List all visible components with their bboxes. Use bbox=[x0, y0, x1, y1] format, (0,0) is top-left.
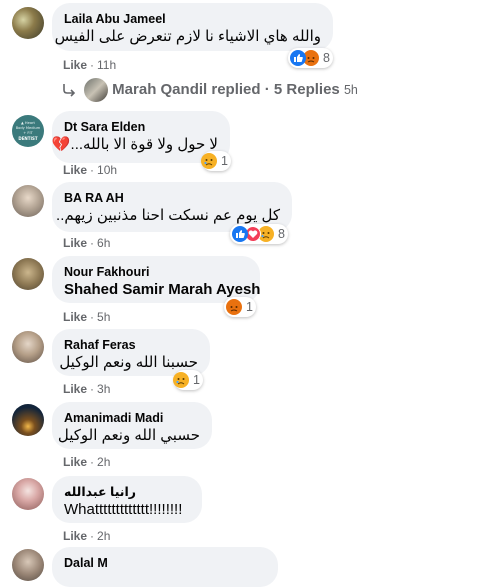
comment-text: لا حول ولا قوة الا بالله...💔 bbox=[51, 136, 218, 153]
comment-actions: Like · 2h bbox=[63, 455, 111, 469]
comment-text: كل يوم عم نسكت احنا مذنبين زيهم.. bbox=[56, 207, 280, 224]
reactions-summary[interactable]: 1 bbox=[201, 151, 231, 171]
comment-bubble: Laila Abu Jameel والله هاي الاشياء نا لا… bbox=[52, 3, 333, 51]
reactions-summary[interactable]: 1 bbox=[173, 370, 203, 390]
avatar[interactable]: ▲ Heart Body Medium + FIT DENTIST bbox=[12, 115, 44, 147]
comment-author[interactable]: Dt Sara Elden bbox=[64, 119, 218, 135]
replies-separator: · bbox=[264, 80, 270, 98]
like-button[interactable]: Like bbox=[63, 163, 87, 177]
comment-text: حسبي الله ونعم الوكيل bbox=[57, 427, 200, 444]
like-button[interactable]: Like bbox=[63, 529, 87, 543]
comment-author[interactable]: Dalal M bbox=[64, 555, 266, 571]
like-button[interactable]: Like bbox=[63, 236, 87, 250]
comment-author[interactable]: Rahaf Feras bbox=[64, 337, 198, 353]
avatar[interactable] bbox=[12, 7, 44, 39]
avatar-logo-text: ▲ Heart bbox=[21, 121, 35, 125]
comment-bubble: Dalal M bbox=[52, 547, 278, 587]
comment-time[interactable]: 2h bbox=[97, 455, 110, 469]
like-button[interactable]: Like bbox=[63, 310, 87, 324]
avatar[interactable] bbox=[12, 258, 44, 290]
svg-text:DENTIST: DENTIST bbox=[18, 136, 37, 141]
comment-time[interactable]: 6h bbox=[97, 236, 110, 250]
replies-count: 5 Replies bbox=[273, 80, 340, 98]
svg-text:+ FIT: + FIT bbox=[23, 131, 33, 135]
like-button[interactable]: Like bbox=[63, 455, 87, 469]
replies-author: Marah Qandil replied bbox=[112, 80, 261, 98]
reaction-count: 1 bbox=[193, 373, 200, 387]
comment-bubble: Amanimadi Madi حسبي الله ونعم الوكيل bbox=[52, 402, 212, 449]
comment-author[interactable]: Laila Abu Jameel bbox=[64, 11, 321, 27]
comment-actions: Like · 5h bbox=[63, 310, 111, 324]
reaction-count: 1 bbox=[246, 300, 253, 314]
reaction-count: 8 bbox=[323, 51, 330, 65]
reaction-count: 8 bbox=[278, 227, 285, 241]
reactions-summary[interactable]: 1 bbox=[224, 297, 256, 317]
view-replies-link[interactable]: Marah Qandil replied · 5 Replies 5h bbox=[62, 78, 358, 102]
comment-author[interactable]: Amanimadi Madi bbox=[64, 410, 200, 426]
reactions-summary[interactable]: 8 bbox=[230, 224, 288, 244]
avatar[interactable] bbox=[12, 478, 44, 510]
like-reaction-icon bbox=[290, 50, 306, 66]
comment-actions: Like · 2h bbox=[63, 529, 111, 543]
comment-time[interactable]: 5h bbox=[97, 310, 110, 324]
comment-time[interactable]: 2h bbox=[97, 529, 110, 543]
sad-reaction-icon bbox=[173, 372, 189, 388]
comment-actions: Like · 3h bbox=[63, 382, 111, 396]
comment-actions: Like · 11h bbox=[63, 58, 117, 72]
svg-text:Body Medium: Body Medium bbox=[16, 126, 41, 130]
comment-time[interactable]: 11h bbox=[97, 58, 116, 72]
like-button[interactable]: Like bbox=[63, 58, 87, 72]
avatar[interactable] bbox=[12, 549, 44, 581]
replies-time: 5h bbox=[343, 82, 358, 97]
avatar[interactable] bbox=[12, 185, 44, 217]
comment-actions: Like · 6h bbox=[63, 236, 111, 250]
comment-text: Whattttttttttttt!!!!!!!! bbox=[64, 501, 183, 518]
angry-reaction-icon bbox=[226, 299, 242, 315]
comment-time[interactable]: 10h bbox=[97, 163, 117, 177]
avatar[interactable] bbox=[12, 404, 44, 436]
comment-author[interactable]: رانيا عبدالله bbox=[64, 484, 190, 500]
comment-text: حسبنا الله ونعم الوكيل bbox=[59, 354, 198, 371]
comment-author[interactable]: Nour Fakhouri bbox=[64, 264, 248, 280]
comment-bubble: رانيا عبدالله Whattttttttttttt!!!!!!!! bbox=[52, 476, 202, 523]
reactions-summary[interactable]: 8 bbox=[288, 48, 333, 68]
comment-bubble: Nour Fakhouri Shahed Samir Marah Ayesh bbox=[52, 256, 260, 303]
like-button[interactable]: Like bbox=[63, 382, 87, 396]
avatar bbox=[84, 78, 109, 102]
comment-text: Shahed Samir Marah Ayesh bbox=[64, 281, 261, 298]
like-reaction-icon bbox=[232, 226, 248, 242]
reaction-count: 1 bbox=[221, 154, 228, 168]
avatar[interactable] bbox=[12, 331, 44, 363]
comment-actions: Like · 10h bbox=[63, 163, 118, 177]
comment-text: والله هاي الاشياء نا لازم تنعرض على الفي… bbox=[54, 28, 321, 45]
reply-arrow-icon bbox=[63, 84, 76, 97]
comment-time[interactable]: 3h bbox=[97, 382, 110, 396]
comment-author[interactable]: BA RA AH bbox=[64, 190, 280, 206]
comment-bubble: Rahaf Feras حسبنا الله ونعم الوكيل bbox=[52, 329, 210, 376]
sad-reaction-icon bbox=[201, 153, 217, 169]
